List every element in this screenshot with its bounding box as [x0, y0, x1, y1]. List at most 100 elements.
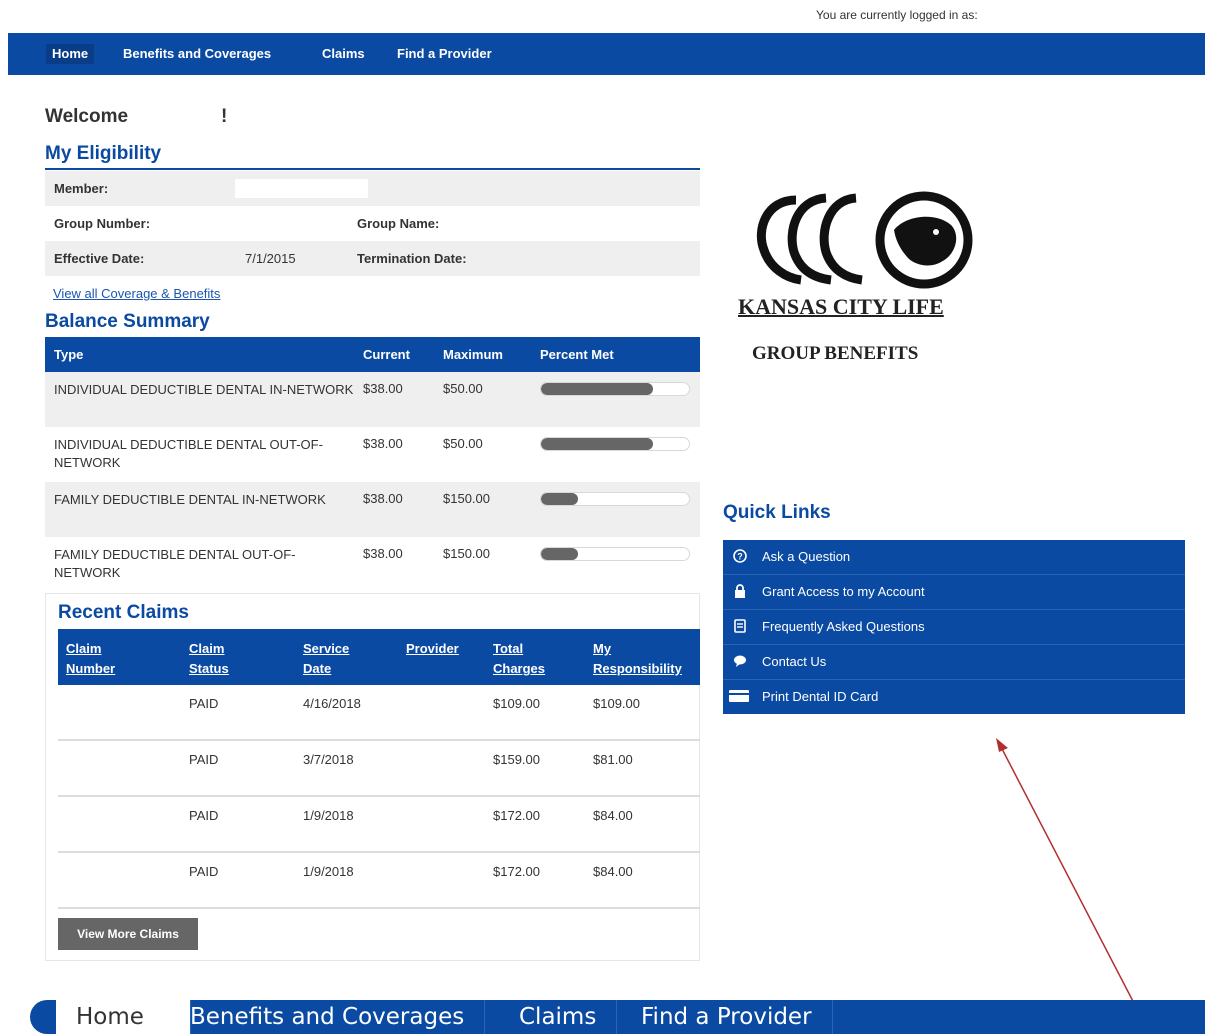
brand-subtitle: GROUP BENEFITS — [752, 343, 919, 364]
svg-text:?: ? — [737, 552, 743, 562]
balance-current: $38.00 — [363, 546, 403, 561]
question-icon: ? — [732, 549, 748, 565]
quick-link-label: Frequently Asked Questions — [762, 619, 925, 634]
view-all-coverage-link[interactable]: View all Coverage & Benefits — [53, 286, 220, 301]
quick-link-ask-question[interactable]: ? Ask a Question — [723, 540, 1185, 575]
welcome-suffix: ! — [221, 106, 228, 127]
member-row: Member: — [45, 171, 700, 206]
table-row: PAID 1/9/2018 $172.00 $84.00 — [58, 853, 700, 909]
nav-claims[interactable]: Claims — [322, 44, 365, 64]
balance-maximum: $150.00 — [443, 546, 490, 561]
quick-link-print-id-card[interactable]: Print Dental ID Card — [723, 680, 1185, 715]
balance-type: FAMILY DEDUCTIBLE DENTAL OUT-OF-NETWORK — [54, 547, 296, 580]
claims-title: Recent Claims — [58, 602, 189, 623]
claim-status: PAID — [189, 864, 219, 879]
member-label: Member: — [54, 181, 109, 196]
percent-met-bar — [540, 492, 690, 506]
nav-find-provider[interactable]: Find a Provider — [397, 44, 492, 64]
balance-current: $38.00 — [363, 436, 403, 451]
balance-maximum: $50.00 — [443, 381, 483, 396]
balance-current: $38.00 — [363, 381, 403, 396]
top-nav: Home Benefits and Coverages Claims Find … — [8, 33, 1205, 75]
chat-icon — [732, 654, 748, 670]
col-current: Current — [363, 347, 410, 362]
col-claim-status[interactable]: Claim Status — [189, 639, 229, 679]
group-row: Group Number: Group Name: — [45, 206, 700, 241]
total-charges: $172.00 — [493, 808, 540, 823]
brand-name: KANSAS CITY LIFE — [738, 294, 944, 319]
balance-row: FAMILY DEDUCTIBLE DENTAL IN-NETWORK $38.… — [45, 482, 700, 537]
claim-status: PAID — [189, 808, 219, 823]
eligibility-title: My Eligibility — [45, 143, 162, 164]
my-responsibility: $81.00 — [593, 752, 633, 767]
claim-status: PAID — [189, 696, 219, 711]
balance-header: Type Current Maximum Percent Met — [45, 337, 700, 372]
percent-met-bar — [540, 382, 690, 396]
quick-links-panel: ? Ask a Question Grant Access to my Acco… — [723, 540, 1185, 714]
col-type: Type — [54, 347, 84, 362]
welcome-heading: Welcome ! — [45, 106, 227, 128]
balance-type: FAMILY DEDUCTIBLE DENTAL IN-NETWORK — [54, 492, 326, 507]
eligibility-divider — [45, 168, 700, 170]
group-name-label: Group Name: — [357, 216, 440, 231]
lock-icon — [732, 584, 748, 600]
total-charges: $109.00 — [493, 696, 540, 711]
card-icon — [728, 689, 750, 705]
balance-type: INDIVIDUAL DEDUCTIBLE DENTAL OUT-OF-NETW… — [54, 437, 323, 470]
bottom-nav: Home Benefits and Coverages Claims Find … — [30, 1000, 1205, 1034]
nav-claims-large[interactable]: Claims — [499, 1000, 618, 1034]
balance-row: FAMILY DEDUCTIBLE DENTAL OUT-OF-NETWORK … — [45, 537, 700, 592]
my-responsibility: $84.00 — [593, 864, 633, 879]
total-charges: $159.00 — [493, 752, 540, 767]
col-percent-met: Percent Met — [540, 347, 614, 362]
nav-find-provider-large[interactable]: Find a Provider — [621, 1000, 833, 1034]
termination-date-label: Termination Date: — [357, 251, 467, 266]
welcome-text: Welcome — [45, 106, 129, 127]
balance-current: $38.00 — [363, 491, 403, 506]
service-date: 1/9/2018 — [303, 808, 354, 823]
table-row: PAID 1/9/2018 $172.00 $84.00 — [58, 797, 700, 853]
col-provider[interactable]: Provider — [406, 639, 459, 659]
col-claim-number[interactable]: Claim Number — [66, 639, 115, 679]
lion-emblem-icon — [756, 191, 973, 289]
quick-link-grant-access[interactable]: Grant Access to my Account — [723, 575, 1185, 610]
quick-link-label: Ask a Question — [762, 549, 851, 564]
balance-type: INDIVIDUAL DEDUCTIBLE DENTAL IN-NETWORK — [54, 382, 354, 397]
balance-maximum: $150.00 — [443, 491, 490, 506]
quick-link-label: Contact Us — [762, 654, 827, 669]
balance-title: Balance Summary — [45, 311, 210, 332]
member-value — [235, 179, 368, 198]
faq-icon — [732, 619, 748, 635]
service-date: 4/16/2018 — [303, 696, 361, 711]
table-row: PAID 4/16/2018 $109.00 $109.00 — [58, 685, 700, 741]
service-date: 1/9/2018 — [303, 864, 354, 879]
quick-link-contact[interactable]: Contact Us — [723, 645, 1185, 680]
quick-link-label: Grant Access to my Account — [762, 584, 925, 599]
balance-row: INDIVIDUAL DEDUCTIBLE DENTAL OUT-OF-NETW… — [45, 427, 700, 482]
col-service-date[interactable]: Service Date — [303, 639, 349, 679]
balance-row: INDIVIDUAL DEDUCTIBLE DENTAL IN-NETWORK … — [45, 372, 700, 427]
quick-link-label: Print Dental ID Card — [762, 689, 879, 704]
service-date: 3/7/2018 — [303, 752, 354, 767]
claims-header: Claim Number Claim Status Service Date Prov… — [58, 629, 700, 685]
col-maximum: Maximum — [443, 347, 503, 362]
login-status: You are currently logged in as: — [816, 8, 978, 22]
percent-met-bar — [540, 437, 690, 451]
nav-home[interactable]: Home — [46, 44, 95, 64]
quick-links-title: Quick Links — [723, 502, 831, 523]
col-total-charges[interactable]: Total Charges — [493, 639, 545, 679]
company-logo: KANSAS CITY LIFE GROUP BENEFITS — [736, 190, 976, 370]
percent-met-bar — [540, 547, 690, 561]
my-responsibility: $109.00 — [593, 696, 640, 711]
quick-link-faq[interactable]: Frequently Asked Questions — [723, 610, 1185, 645]
nav-benefits-large[interactable]: Benefits and Coverages — [170, 1000, 486, 1034]
effective-date-value: 7/1/2015 — [245, 251, 296, 266]
group-number-label: Group Number: — [54, 216, 151, 231]
col-my-responsibility[interactable]: My Responsibility — [593, 639, 682, 679]
date-row: Effective Date: 7/1/2015 Termination Dat… — [45, 241, 700, 276]
nav-benefits[interactable]: Benefits and Coverages — [123, 44, 271, 64]
claim-status: PAID — [189, 752, 219, 767]
my-responsibility: $84.00 — [593, 808, 633, 823]
view-more-claims-button[interactable]: View More Claims — [58, 918, 198, 950]
effective-date-label: Effective Date: — [54, 251, 145, 266]
